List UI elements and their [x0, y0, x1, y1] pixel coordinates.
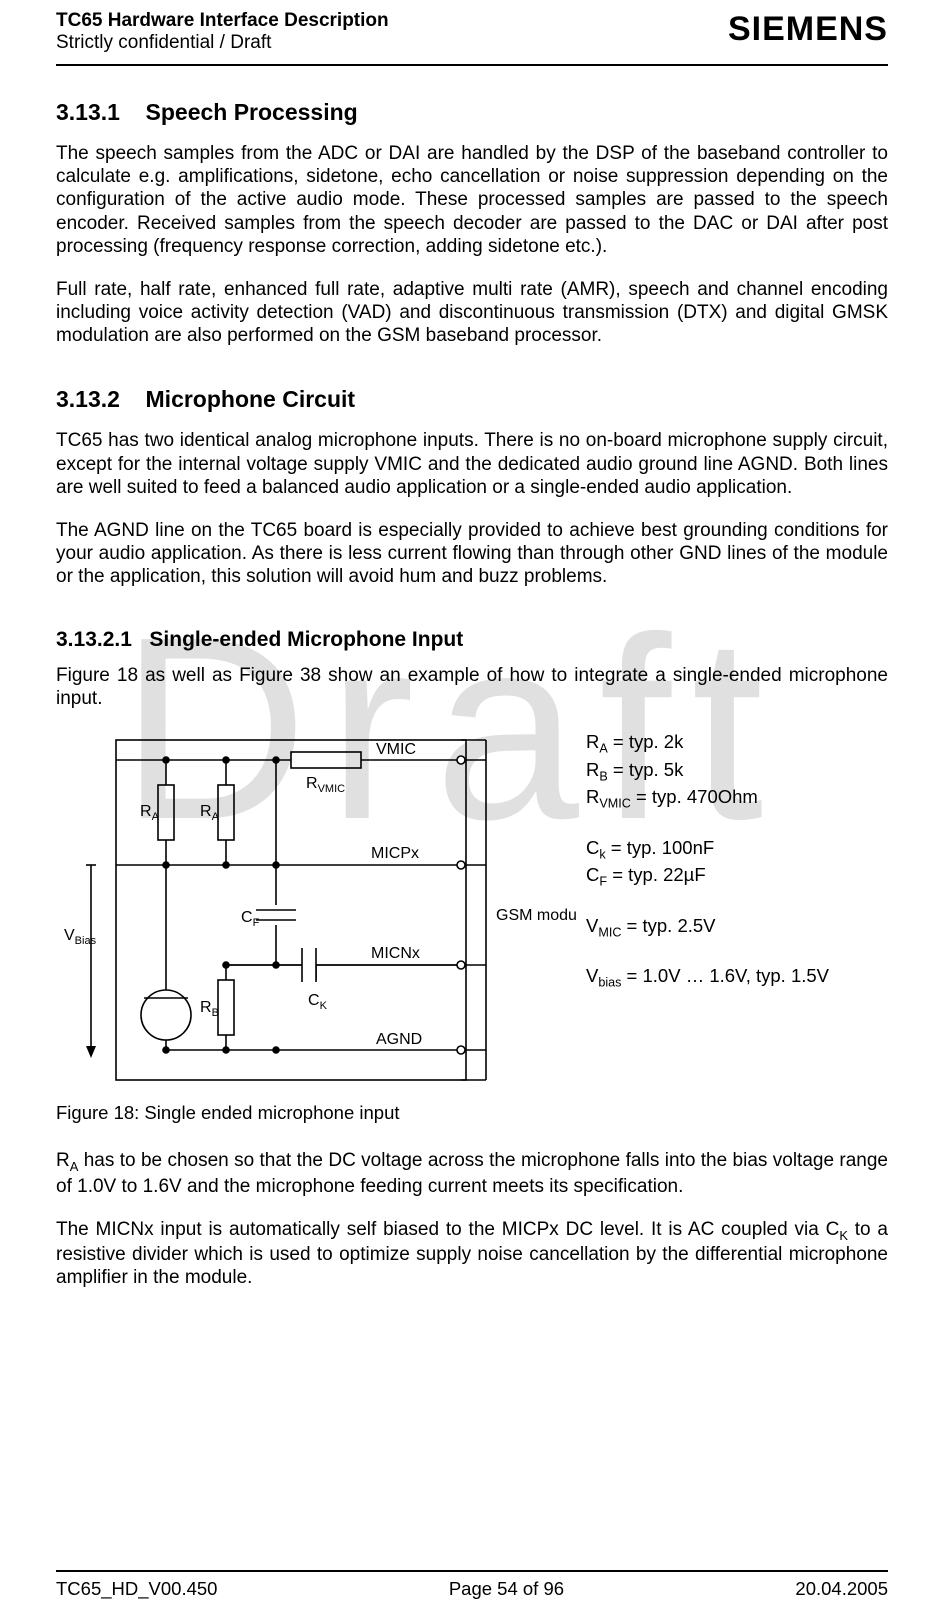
footer-left: TC65_HD_V00.450: [56, 1578, 217, 1600]
label-ra2: RA: [200, 803, 220, 823]
heading-single-ended: 3.13.2.1 Single-ended Microphone Input: [56, 627, 888, 653]
footer-right: 20.04.2005: [795, 1578, 888, 1600]
para-s1-1: The speech samples from the ADC or DAI a…: [56, 142, 888, 258]
siemens-logo: SIEMENS: [728, 10, 888, 49]
heading-speech-processing: 3.13.1 Speech Processing: [56, 98, 888, 126]
figure-params: RA = typ. 2k RB = typ. 5k RVMIC = typ. 4…: [586, 730, 829, 991]
para-s3-1: Figure 18 as well as Figure 38 show an e…: [56, 664, 888, 710]
para-s2-1: TC65 has two identical analog microphone…: [56, 429, 888, 499]
label-rvmic: RVMIC: [306, 775, 345, 795]
page-header: TC65 Hardware Interface Description Stri…: [56, 10, 888, 60]
heading-mic-circuit: 3.13.2 Microphone Circuit: [56, 385, 888, 413]
label-rb: RB: [200, 999, 219, 1019]
para-after-1: RA has to be chosen so that the DC volta…: [56, 1149, 888, 1198]
label-micpx: MICPx: [371, 845, 419, 862]
para-s2-2: The AGND line on the TC65 board is espec…: [56, 519, 888, 589]
footer-center: Page 54 of 96: [449, 1578, 564, 1600]
doc-subtitle: Strictly confidential / Draft: [56, 32, 389, 54]
figure-18: VMIC RVMIC RA RA MICPx CF GSM module VBi…: [56, 730, 886, 1100]
label-ck: CK: [308, 992, 328, 1012]
circuit-diagram: VMIC RVMIC RA RA MICPx CF GSM module VBi…: [56, 730, 576, 1090]
para-after-2: The MICNx input is automatically self bi…: [56, 1218, 888, 1290]
label-micnx: MICNx: [371, 945, 420, 962]
label-ra1: RA: [140, 803, 160, 823]
label-cf: CF: [241, 909, 260, 929]
label-vmic: VMIC: [376, 741, 416, 758]
page-footer: TC65_HD_V00.450 Page 54 of 96 20.04.2005: [56, 1570, 888, 1600]
para-s1-2: Full rate, half rate, enhanced full rate…: [56, 278, 888, 348]
doc-title: TC65 Hardware Interface Description: [56, 10, 389, 32]
figure-caption: Figure 18: Single ended microphone input: [56, 1102, 888, 1125]
label-gsm: GSM module: [496, 907, 576, 924]
label-agnd: AGND: [376, 1031, 422, 1048]
